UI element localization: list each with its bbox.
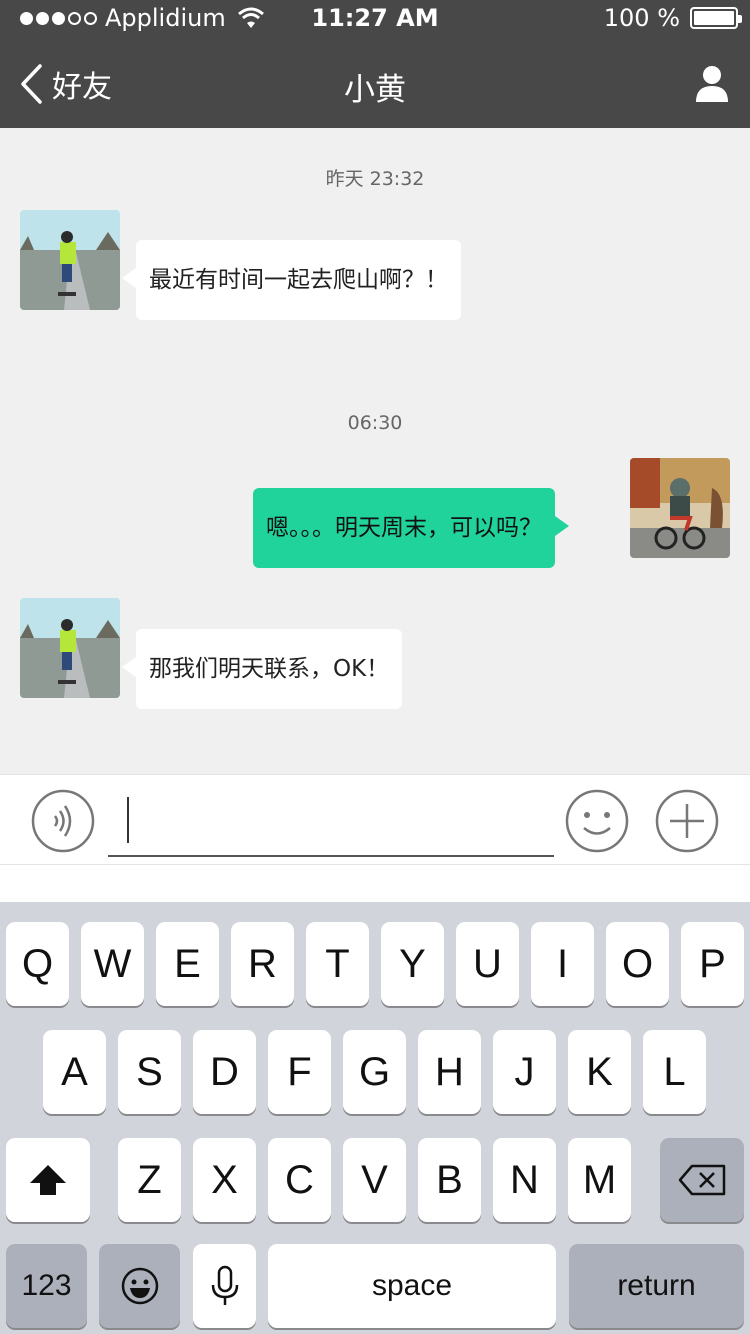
plus-icon[interactable] [655,789,719,853]
key-i[interactable]: I [531,922,594,1006]
key-o[interactable]: O [606,922,669,1006]
key-v[interactable]: V [343,1138,406,1222]
key-p[interactable]: P [681,922,744,1006]
key-b[interactable]: B [418,1138,481,1222]
suggestion-strip [0,864,750,902]
status-bar: Applidium 11:27 AM 100 % [0,0,750,40]
emoji-icon[interactable] [565,789,629,853]
key-n[interactable]: N [493,1138,556,1222]
friend-avatar[interactable] [20,598,120,698]
key-k[interactable]: K [568,1030,631,1114]
keyboard: Q W E R T Y U I O P A S D F G H J K L Z … [0,902,750,1334]
key-q[interactable]: Q [6,922,69,1006]
microphone-icon [211,1265,238,1305]
dictation-key[interactable] [193,1244,256,1328]
battery-icon [690,7,742,29]
numbers-key[interactable]: 123 [6,1244,87,1328]
message-text: 那我们明天联系，OK！ [149,656,390,682]
key-h[interactable]: H [418,1030,481,1114]
key-e[interactable]: E [156,922,219,1006]
page-title: 小黄 [344,72,406,108]
message-bubble-outgoing[interactable]: 嗯。。。明天周末，可以吗？ [253,488,569,568]
key-m[interactable]: M [568,1138,631,1222]
key-c[interactable]: C [268,1138,331,1222]
friend-avatar[interactable] [20,210,120,310]
key-d[interactable]: D [193,1030,256,1114]
status-right: 100 % [603,4,742,32]
message-bubble-incoming[interactable]: 那我们明天联系，OK！ [121,629,403,709]
key-x[interactable]: X [193,1138,256,1222]
message-input[interactable] [108,787,554,857]
message-text: 最近有时间一起去爬山啊？！ [149,267,448,293]
header: Applidium 11:27 AM 100 % 好友 小黄 [0,0,750,128]
key-g[interactable]: G [343,1030,406,1114]
person-icon[interactable] [694,64,730,104]
key-s[interactable]: S [118,1030,181,1114]
key-r[interactable]: R [231,922,294,1006]
message-timestamp: 06:30 [347,412,403,434]
nav-bar: 好友 小黄 [0,40,750,128]
key-a[interactable]: A [43,1030,106,1114]
shift-key[interactable] [6,1138,90,1222]
emoji-key[interactable] [99,1244,180,1328]
key-y[interactable]: Y [381,922,444,1006]
delete-key[interactable] [660,1138,744,1222]
key-z[interactable]: Z [118,1138,181,1222]
return-key[interactable]: return [569,1244,744,1328]
key-w[interactable]: W [81,922,144,1006]
emoji-keyboard-icon [121,1267,158,1305]
key-t[interactable]: T [306,922,369,1006]
key-f[interactable]: F [268,1030,331,1114]
voice-icon[interactable] [31,789,95,853]
message-bubble-incoming[interactable]: 最近有时间一起去爬山啊？！ [122,240,461,320]
my-avatar[interactable] [630,458,730,558]
shift-icon [30,1165,66,1195]
key-u[interactable]: U [456,922,519,1006]
input-bar [0,774,750,864]
key-l[interactable]: L [643,1030,706,1114]
chat-area[interactable]: 昨天 23:32 最近有时间一起去爬山啊？！ 06:30 嗯。。。明天周末，可以… [0,128,750,774]
space-key[interactable]: space [268,1244,556,1328]
message-text: 嗯。。。明天周末，可以吗？ [266,515,542,541]
backspace-icon [678,1164,726,1196]
key-j[interactable]: J [493,1030,556,1114]
battery-label: 100 % [603,4,680,32]
message-timestamp: 昨天 23:32 [325,168,425,190]
text-caret [127,797,129,843]
